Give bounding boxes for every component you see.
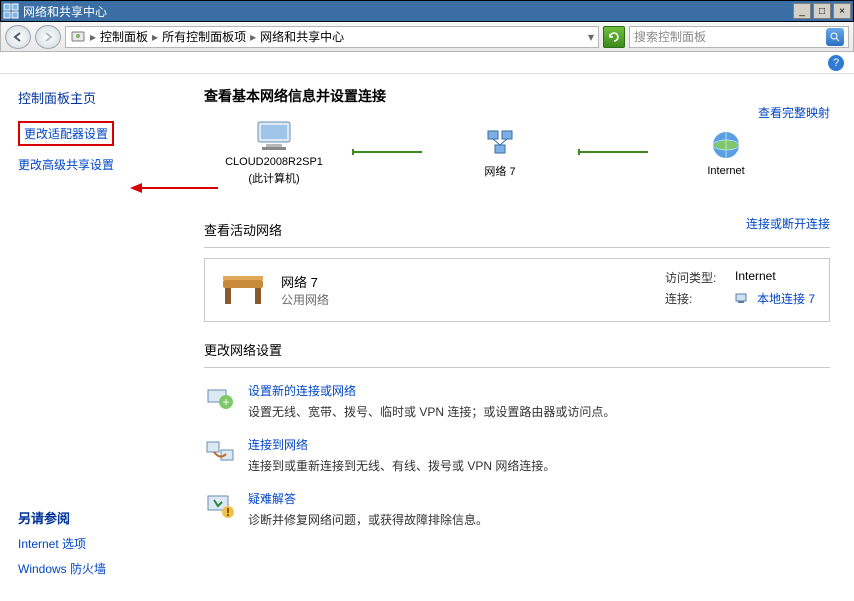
breadcrumb-root[interactable]: 控制面板 [100,28,148,45]
troubleshoot-desc: 诊断并修复网络问题，或获得故障排除信息。 [248,511,488,528]
page-heading: 查看基本网络信息并设置连接 [204,86,830,106]
svg-text:+: + [222,395,229,409]
windows-firewall-link[interactable]: Windows 防火墙 [18,560,106,577]
active-networks-title: 查看活动网络 [204,220,282,239]
new-connection-desc: 设置无线、宽带、拨号、临时或 VPN 连接；或设置路由器或访问点。 [248,403,615,420]
dropdown-icon[interactable]: ▾ [588,30,594,44]
sidebar: 控制面板主页 更改适配器设置 更改高级共享设置 另请参阅 Internet 选项… [0,74,200,601]
control-panel-icon [70,29,86,45]
refresh-button[interactable] [603,26,625,48]
connection-link[interactable]: 本地连接 7 [757,290,815,307]
node-internet: Internet [656,127,796,177]
minimize-button[interactable]: _ [793,3,811,19]
access-type-label: 访问类型: [665,269,725,286]
active-network-box: 网络 7 公用网络 访问类型: Internet 连接: 本地连接 7 [204,258,830,322]
task-connect-network: 连接到网络 连接到或重新连接到无线、有线、拨号或 VPN 网络连接。 [204,436,830,474]
view-full-map-link[interactable]: 查看完整映射 [758,104,830,121]
address-bar[interactable]: ▸ 控制面板 ▸ 所有控制面板项 ▸ 网络和共享中心 ▾ [65,26,599,48]
main-content: 查看基本网络信息并设置连接 查看完整映射 CLOUD2008R2SP1 (此计算… [200,74,854,601]
change-settings-title: 更改网络设置 [204,340,830,359]
see-also: 另请参阅 Internet 选项 Windows 防火墙 [18,508,106,585]
connect-network-desc: 连接到或重新连接到无线、有线、拨号或 VPN 网络连接。 [248,457,555,474]
connection-label: 连接: [665,290,725,307]
search-input[interactable]: 搜索控制面板 [629,26,849,48]
internet-label: Internet [707,165,744,177]
network-tasks: + 设置新的连接或网络 设置无线、宽带、拨号、临时或 VPN 连接；或设置路由器… [204,382,830,528]
breadcrumb-mid[interactable]: 所有控制面板项 [162,28,246,45]
close-button[interactable]: × [833,3,851,19]
connect-network-icon [204,436,236,468]
search-placeholder: 搜索控制面板 [634,28,826,45]
task-new-connection: + 设置新的连接或网络 设置无线、宽带、拨号、临时或 VPN 连接；或设置路由器… [204,382,830,420]
globe-icon [708,127,744,163]
window-title: 网络和共享中心 [23,3,791,20]
back-button[interactable] [5,25,31,49]
internet-options-link[interactable]: Internet 选项 [18,535,106,552]
change-advanced-sharing-link[interactable]: 更改高级共享设置 [18,156,182,173]
this-pc-label: CLOUD2008R2SP1 [225,156,323,168]
computer-icon [252,118,296,154]
divider [204,367,830,368]
breadcrumb-sep: ▸ [152,30,158,44]
node-network: 网络 7 [430,125,570,179]
network-info: 网络 7 公用网络 [281,272,329,308]
search-icon[interactable] [826,28,844,46]
task-troubleshoot: 疑难解答 诊断并修复网络问题，或获得故障排除信息。 [204,490,830,528]
map-connector [352,151,422,153]
title-bar: 网络和共享中心 _ □ × [0,0,854,22]
node-this-computer: CLOUD2008R2SP1 (此计算机) [204,118,344,186]
change-adapter-settings-link[interactable]: 更改适配器设置 [18,121,182,146]
troubleshoot-link[interactable]: 疑难解答 [248,490,488,507]
help-icon[interactable]: ? [828,55,844,71]
connect-network-link[interactable]: 连接到网络 [248,436,555,453]
new-connection-link[interactable]: 设置新的连接或网络 [248,382,615,399]
sidebar-home[interactable]: 控制面板主页 [18,88,182,107]
maximize-button[interactable]: □ [813,3,831,19]
nic-icon [735,290,747,307]
network-icon [480,125,520,161]
breadcrumb-sep: ▸ [250,30,256,44]
new-connection-icon: + [204,382,236,414]
forward-button[interactable] [35,25,61,49]
network-label: 网络 7 [484,163,515,179]
see-also-heading: 另请参阅 [18,508,106,527]
access-type-value: Internet [735,269,776,286]
network-name: 网络 7 [281,272,329,291]
app-icon [3,3,19,19]
navigation-bar: ▸ 控制面板 ▸ 所有控制面板项 ▸ 网络和共享中心 ▾ 搜索控制面板 [0,22,854,52]
bench-icon [219,270,267,310]
window-controls: _ □ × [791,3,851,19]
body: 控制面板主页 更改适配器设置 更改高级共享设置 另请参阅 Internet 选项… [0,74,854,601]
connect-disconnect-link[interactable]: 连接或断开连接 [746,215,830,232]
this-pc-sub: (此计算机) [248,170,299,186]
network-type[interactable]: 公用网络 [281,291,329,308]
breadcrumb-sep: ▸ [90,30,96,44]
network-map: CLOUD2008R2SP1 (此计算机) 网络 7 Internet [204,118,830,186]
help-row: ? [0,52,854,74]
access-info: 访问类型: Internet 连接: 本地连接 7 [665,269,815,311]
troubleshoot-icon [204,490,236,522]
divider [204,247,830,248]
breadcrumb-leaf[interactable]: 网络和共享中心 [260,28,344,45]
map-connector [578,151,648,153]
